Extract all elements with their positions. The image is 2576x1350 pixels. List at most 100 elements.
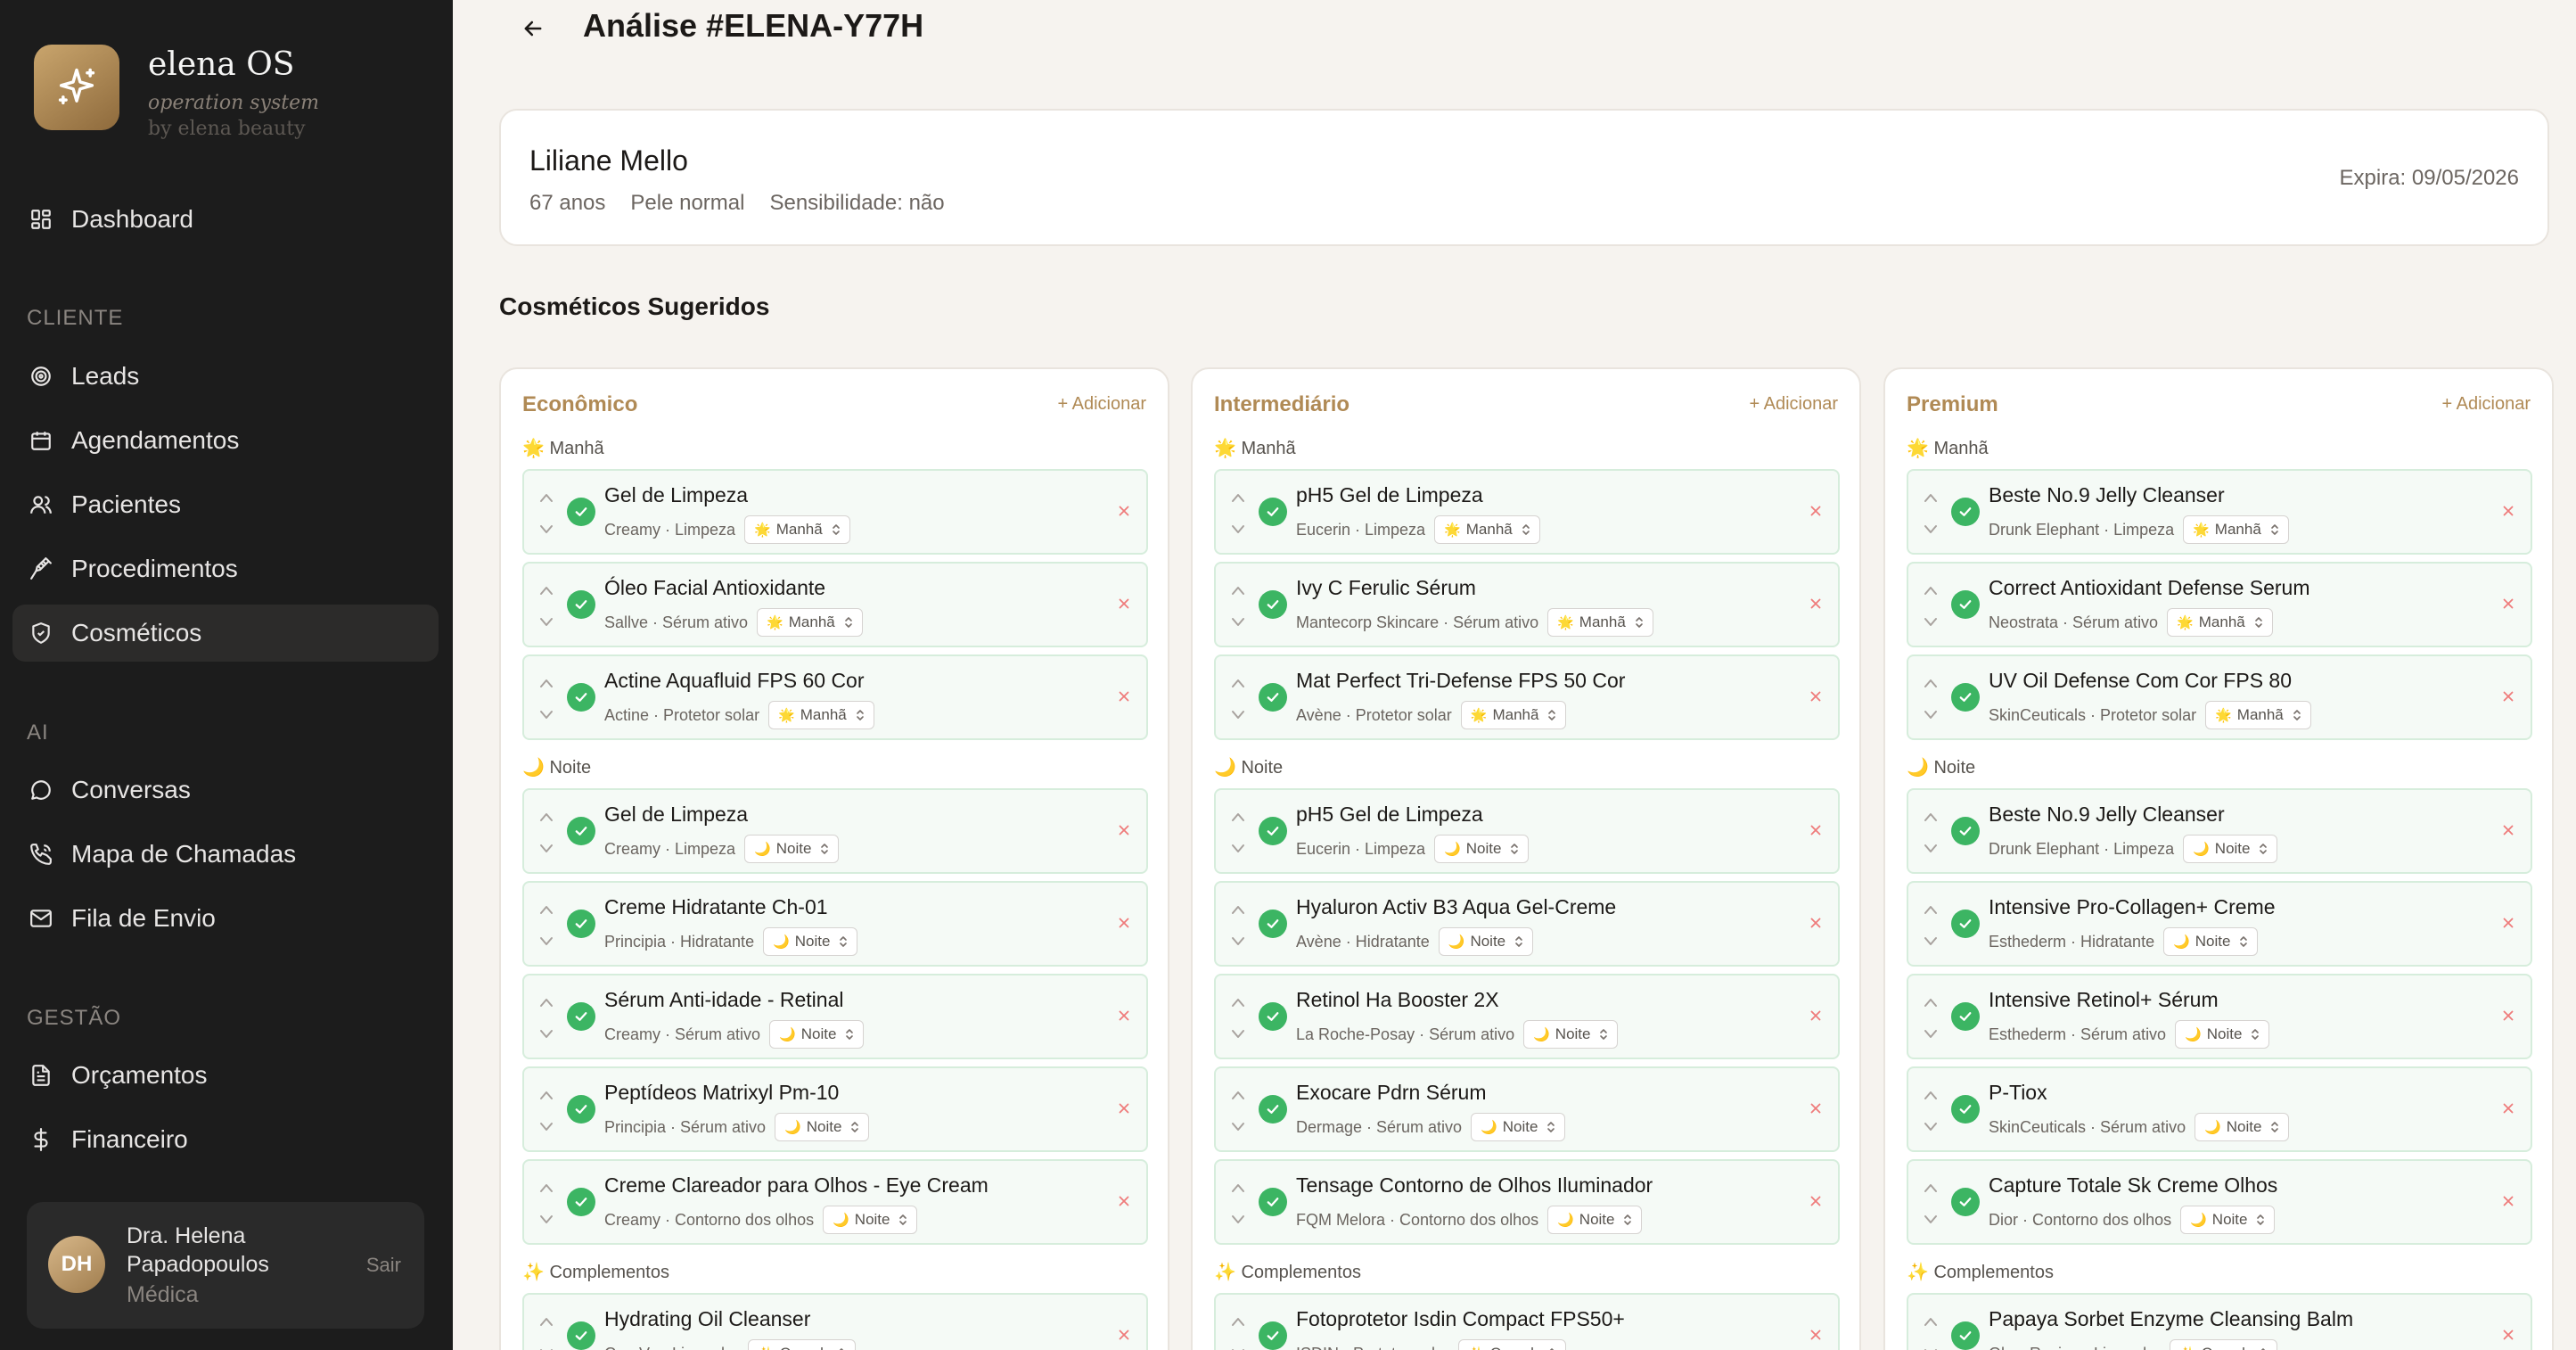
check-icon[interactable] [1259,1188,1287,1216]
product-item[interactable]: Papaya Sorbet Enzyme Cleansing Balm Glow … [1907,1293,2532,1350]
check-icon[interactable] [567,683,595,712]
period-select[interactable]: 🌟 Manhã [1547,608,1653,637]
reorder-arrows-icon[interactable] [1230,810,1246,856]
period-select[interactable]: 🌙 Noite [744,835,840,863]
sidebar-item-orcamentos[interactable]: Orçamentos [12,1047,439,1104]
sidebar-item-leads[interactable]: Leads [12,348,439,405]
add-product-button[interactable]: + Adicionar [1749,394,1838,415]
back-arrow-icon[interactable] [517,12,549,45]
remove-icon[interactable] [1806,820,1825,840]
check-icon[interactable] [567,910,595,938]
sidebar-item-financeiro[interactable]: Financeiro [12,1111,439,1168]
product-item[interactable]: Creme Hidratante Ch-01 Principia · Hidrat… [522,881,1148,967]
period-select[interactable]: 🌟 Manhã [2205,701,2311,729]
period-select[interactable]: 🌟 Manhã [768,701,874,729]
sidebar-item-pacientes[interactable]: Pacientes [12,476,439,533]
period-select[interactable]: 🌙 Noite [2183,835,2278,863]
product-item[interactable]: Tensage Contorno de Olhos Iluminador FQM … [1214,1159,1840,1245]
product-item[interactable]: pH5 Gel de Limpeza Eucerin · Limpeza 🌙 Noit… [1214,788,1840,874]
reorder-arrows-icon[interactable] [1923,810,1939,856]
product-item[interactable]: Hyaluron Activ B3 Aqua Gel-Creme Avène · … [1214,881,1840,967]
reorder-arrows-icon[interactable] [1923,583,1939,630]
product-item[interactable]: Mat Perfect Tri-Defense FPS 50 Cor Avène … [1214,654,1840,740]
reorder-arrows-icon[interactable] [1230,995,1246,1041]
reorder-arrows-icon[interactable] [1923,1314,1939,1350]
check-icon[interactable] [1951,817,1980,845]
check-icon[interactable] [567,1188,595,1216]
period-select[interactable]: 🌙 Noite [1523,1020,1619,1049]
remove-icon[interactable] [2498,687,2518,706]
logout-button[interactable]: Sair [366,1254,401,1277]
check-icon[interactable] [1259,590,1287,619]
period-select[interactable]: ✨ Compl. [2170,1339,2277,1350]
product-item[interactable]: P-Tiox SkinCeuticals · Sérum ativo 🌙 Noite [1907,1066,2532,1152]
check-icon[interactable] [567,1002,595,1031]
sidebar-item-procedimentos[interactable]: Procedimentos [12,540,439,597]
reorder-arrows-icon[interactable] [538,490,554,537]
remove-icon[interactable] [1806,594,1825,613]
remove-icon[interactable] [1114,1006,1134,1025]
product-item[interactable]: Óleo Facial Antioxidante Sallve · Sérum a… [522,562,1148,647]
period-select[interactable]: 🌙 Noite [763,927,858,956]
product-item[interactable]: Actine Aquafluid FPS 60 Cor Actine · Prot… [522,654,1148,740]
sidebar-item-agendamentos[interactable]: Agendamentos [12,412,439,469]
product-item[interactable]: Beste No.9 Jelly Cleanser Drunk Elephant … [1907,469,2532,555]
period-select[interactable]: 🌙 Noite [1471,1113,1566,1141]
sidebar-item-cosmeticos[interactable]: Cosméticos [12,605,439,662]
period-select[interactable]: 🌙 Noite [769,1020,865,1049]
remove-icon[interactable] [1114,1325,1134,1345]
remove-icon[interactable] [1806,1325,1825,1345]
check-icon[interactable] [1259,683,1287,712]
period-select[interactable]: 🌟 Manhã [1434,515,1540,544]
reorder-arrows-icon[interactable] [538,810,554,856]
product-item[interactable]: Intensive Retinol+ Sérum Esthederm · Séru… [1907,974,2532,1059]
reorder-arrows-icon[interactable] [1230,490,1246,537]
reorder-arrows-icon[interactable] [1230,1181,1246,1227]
remove-icon[interactable] [1114,1191,1134,1211]
product-item[interactable]: Fotoprotetor Isdin Compact FPS50+ ISDIN ·… [1214,1293,1840,1350]
check-icon[interactable] [1259,1002,1287,1031]
check-icon[interactable] [567,1095,595,1124]
check-icon[interactable] [1259,498,1287,526]
reorder-arrows-icon[interactable] [1923,1088,1939,1134]
product-item[interactable]: Sérum Anti-idade - Retinal Creamy · Sérum… [522,974,1148,1059]
reorder-arrows-icon[interactable] [1230,676,1246,722]
remove-icon[interactable] [2498,913,2518,933]
reorder-arrows-icon[interactable] [1923,1181,1939,1227]
check-icon[interactable] [567,817,595,845]
check-icon[interactable] [567,590,595,619]
reorder-arrows-icon[interactable] [538,1088,554,1134]
remove-icon[interactable] [1806,913,1825,933]
remove-icon[interactable] [1806,501,1825,521]
period-select[interactable]: ✨ Compl. [748,1339,856,1350]
reorder-arrows-icon[interactable] [1923,676,1939,722]
period-select[interactable]: 🌙 Noite [1434,835,1530,863]
product-item[interactable]: Peptídeos Matrixyl Pm-10 Principia · Séru… [522,1066,1148,1152]
product-item[interactable]: Gel de Limpeza Creamy · Limpeza 🌟 Manhã [522,469,1148,555]
product-item[interactable]: UV Oil Defense Com Cor FPS 80 SkinCeutica… [1907,654,2532,740]
check-icon[interactable] [1951,1002,1980,1031]
check-icon[interactable] [567,498,595,526]
product-item[interactable]: Gel de Limpeza Creamy · Limpeza 🌙 Noite [522,788,1148,874]
reorder-arrows-icon[interactable] [1923,902,1939,949]
reorder-arrows-icon[interactable] [538,1181,554,1227]
reorder-arrows-icon[interactable] [538,902,554,949]
period-select[interactable]: 🌟 Manhã [744,515,850,544]
sidebar-item-fila-envio[interactable]: Fila de Envio [12,890,439,947]
reorder-arrows-icon[interactable] [1230,1314,1246,1350]
product-item[interactable]: Beste No.9 Jelly Cleanser Drunk Elephant … [1907,788,2532,874]
reorder-arrows-icon[interactable] [538,676,554,722]
period-select[interactable]: 🌟 Manhã [757,608,863,637]
remove-icon[interactable] [1806,1006,1825,1025]
remove-icon[interactable] [1114,501,1134,521]
product-item[interactable]: pH5 Gel de Limpeza Eucerin · Limpeza 🌟 Manh… [1214,469,1840,555]
check-icon[interactable] [1259,1095,1287,1124]
reorder-arrows-icon[interactable] [1230,583,1246,630]
remove-icon[interactable] [2498,1099,2518,1118]
product-item[interactable]: Retinol Ha Booster 2X La Roche-Posay · Sé… [1214,974,1840,1059]
period-select[interactable]: 🌟 Manhã [1460,701,1567,729]
remove-icon[interactable] [1114,687,1134,706]
period-select[interactable]: 🌙 Noite [823,1206,918,1234]
product-item[interactable]: Intensive Pro-Collagen+ Creme Esthederm ·… [1907,881,2532,967]
check-icon[interactable] [1259,910,1287,938]
